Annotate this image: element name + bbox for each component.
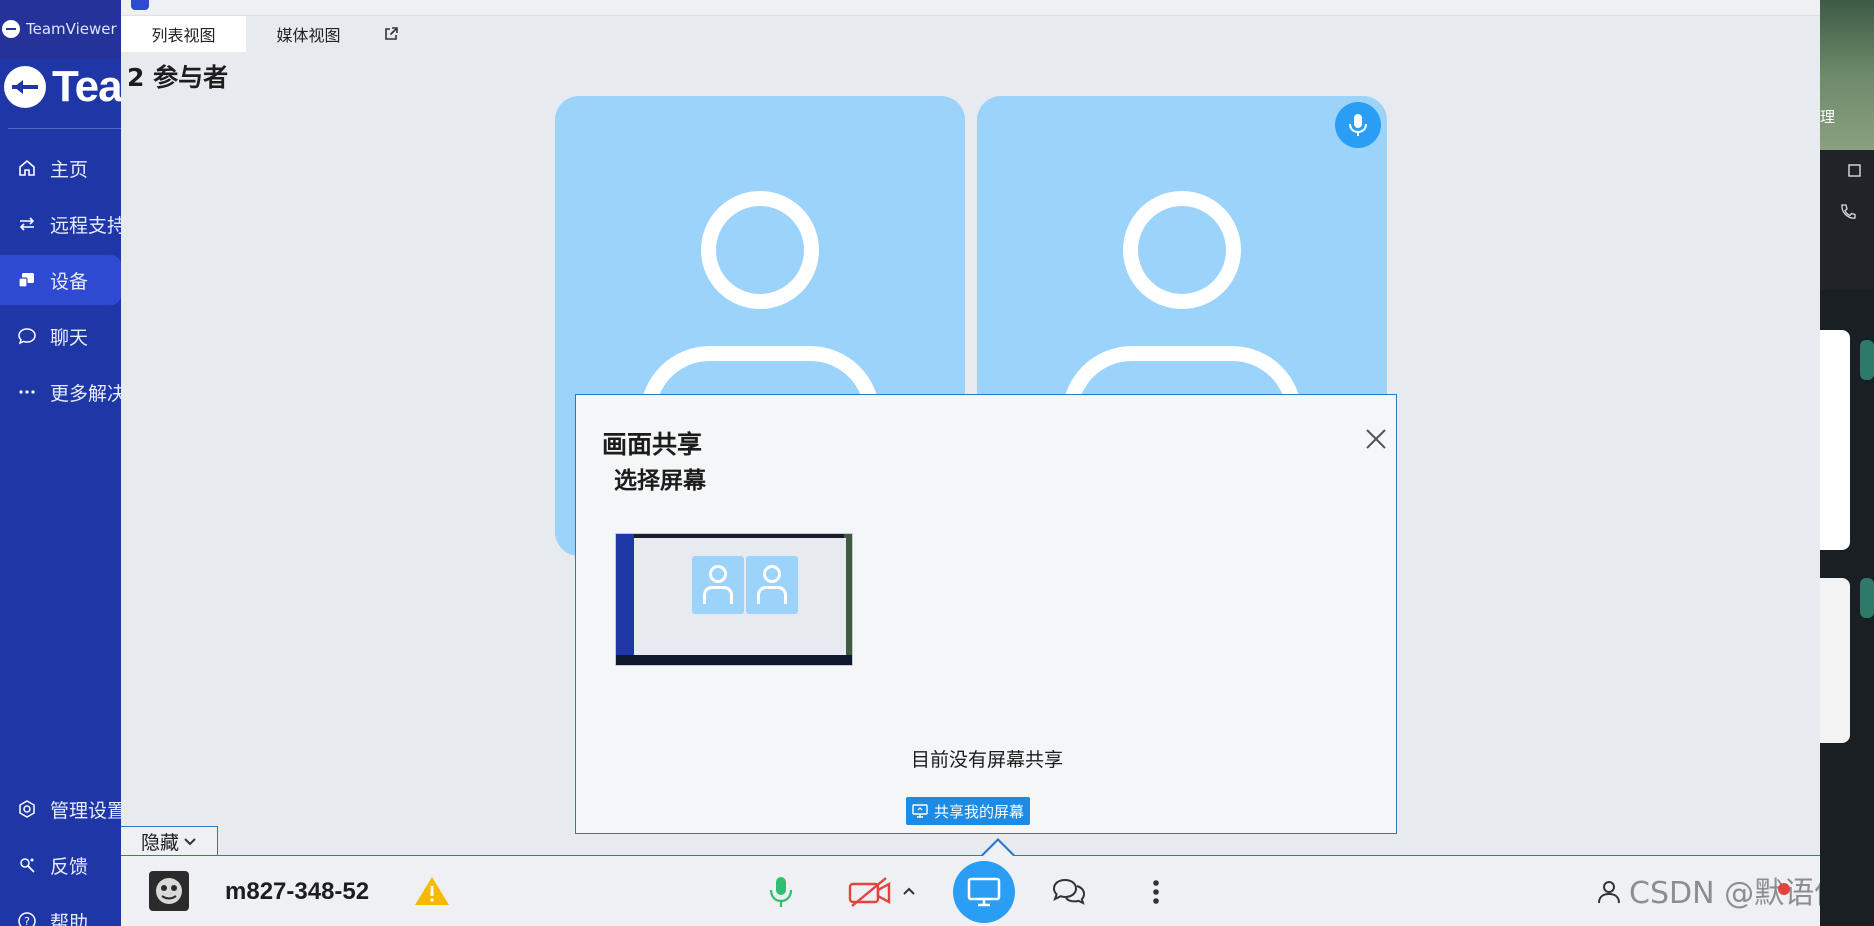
avatar-face-icon <box>156 878 182 904</box>
thumbnail-taskbar <box>616 655 852 665</box>
microphone-button[interactable] <box>761 870 801 914</box>
end-call-icon <box>1778 883 1790 895</box>
external-link-icon <box>385 27 398 40</box>
sidebar-item-label: 聊天 <box>50 326 89 349</box>
leave-meeting-button[interactable] <box>1773 878 1795 900</box>
close-dialog-button[interactable] <box>1362 425 1390 453</box>
share-my-screen-button[interactable]: 共享我的屏幕 <box>906 797 1030 825</box>
background-thumbnail <box>1860 578 1874 618</box>
sidebar-item-management-settings[interactable]: 管理设置 <box>0 784 121 834</box>
background-desktop-right: 理 <box>1820 0 1874 926</box>
dialog-title: 画面共享 <box>602 430 703 459</box>
meeting-id: m827-348-52 <box>225 878 370 905</box>
more-dots-icon <box>16 381 38 403</box>
teamviewer-small-logo-icon <box>2 20 20 38</box>
arrows-swap-icon <box>16 213 38 235</box>
popout-button[interactable] <box>371 16 411 52</box>
participant-mic-badge <box>1335 102 1381 148</box>
share-my-screen-label: 共享我的屏幕 <box>933 802 1024 821</box>
camera-off-icon <box>848 877 891 907</box>
screen-share-dialog: 画面共享 选择屏幕 目前没有屏幕共享 共享我的屏幕 <box>575 394 1397 834</box>
microphone-icon <box>1349 114 1367 136</box>
monitor-icon <box>967 877 1001 907</box>
meeting-control-bar: m827-348-52 CSDN @默语佬 <box>121 855 1820 926</box>
view-tabs: 列表视图 媒体视图 <box>121 16 411 52</box>
maximize-icon <box>1848 164 1861 177</box>
self-avatar[interactable] <box>149 871 189 911</box>
background-thumbnail <box>1860 340 1874 380</box>
camera-options-button[interactable] <box>899 876 919 906</box>
sidebar-item-label: 设备 <box>50 270 89 293</box>
dialog-subtitle: 选择屏幕 <box>614 468 706 494</box>
thumbnail-sidebar <box>616 534 634 665</box>
meeting-window-titlebar <box>121 0 1820 16</box>
sidebar-item-chat[interactable]: 聊天 <box>0 311 121 361</box>
sidebar-item-label: 管理设置 <box>50 799 121 822</box>
chat-button[interactable] <box>1049 870 1089 914</box>
meeting-app-icon <box>131 0 149 10</box>
home-icon <box>16 157 38 179</box>
teamviewer-sidebar: TeamViewer Tea 主页 远程支持 设备 聊天 更多解决 管理设置 反… <box>0 0 121 926</box>
person-icon <box>1598 881 1620 904</box>
background-panel <box>1820 150 1874 290</box>
screen-share-icon <box>912 804 928 818</box>
thumbnail-participant <box>746 556 798 614</box>
screen-thumbnail[interactable] <box>615 533 853 666</box>
chat-icon <box>16 325 38 347</box>
no-share-status: 目前没有屏幕共享 <box>910 749 1063 771</box>
sidebar-item-home[interactable]: 主页 <box>0 143 121 193</box>
warning-icon[interactable] <box>413 875 451 911</box>
teamviewer-window-title: TeamViewer <box>26 20 117 38</box>
sidebar-item-label: 远程支持 <box>50 214 121 237</box>
bar-notch-inner <box>983 841 1013 856</box>
sidebar-item-label: 反馈 <box>50 855 89 878</box>
sidebar-item-remote-support[interactable]: 远程支持 <box>0 199 121 249</box>
close-icon <box>1366 429 1386 449</box>
help-icon: ? <box>16 910 38 926</box>
vertical-dots-icon <box>1153 880 1159 904</box>
teamviewer-brand: Tea <box>4 62 121 112</box>
meeting-window: 列表视图 媒体视图 2 参与者 画面共享 选择屏幕 目前没有屏幕共享 共享我的屏… <box>121 0 1820 926</box>
teamviewer-titlebar: TeamViewer <box>0 0 121 58</box>
background-card <box>1820 330 1850 550</box>
sidebar-divider <box>8 128 121 129</box>
teamviewer-brand-text: Tea <box>52 62 121 111</box>
sidebar-item-help[interactable]: ? 帮助 <box>0 896 121 926</box>
camera-toggle-button[interactable] <box>847 870 893 914</box>
thumbnail-window <box>634 538 846 656</box>
hide-toggle[interactable]: 隐藏 <box>121 826 218 856</box>
background-text: 理 <box>1820 108 1836 126</box>
background-card <box>1820 578 1850 743</box>
thumbnail-participant <box>692 556 744 614</box>
tab-media-view[interactable]: 媒体视图 <box>246 16 371 52</box>
phone-icon <box>1841 204 1856 219</box>
participants-count: 2 参与者 <box>127 63 229 92</box>
sidebar-item-feedback[interactable]: 反馈 <box>0 840 121 890</box>
microphone-icon <box>769 877 793 907</box>
devices-icon <box>16 269 38 291</box>
background-landscape-image <box>1820 0 1874 150</box>
chevron-up-icon <box>903 887 915 895</box>
participants-button[interactable] <box>1591 870 1631 914</box>
svg-text:?: ? <box>24 915 30 926</box>
more-options-button[interactable] <box>1141 870 1171 914</box>
avatar-head <box>1123 191 1241 309</box>
sidebar-item-label: 帮助 <box>50 911 89 926</box>
sidebar-item-more-solutions[interactable]: 更多解决 <box>0 367 121 417</box>
chevron-down-icon <box>184 837 196 845</box>
sidebar-item-label: 更多解决 <box>50 382 121 405</box>
teamviewer-logo-icon <box>4 66 46 108</box>
sidebar-item-label: 主页 <box>50 158 89 181</box>
chat-bubbles-icon <box>1052 878 1086 905</box>
hide-label: 隐藏 <box>140 832 179 854</box>
avatar-head <box>701 191 819 309</box>
feedback-icon <box>16 854 38 876</box>
settings-icon <box>16 798 38 820</box>
screen-share-button[interactable] <box>953 861 1015 923</box>
sidebar-item-devices[interactable]: 设备 <box>0 255 121 305</box>
tab-list-view[interactable]: 列表视图 <box>121 16 246 52</box>
